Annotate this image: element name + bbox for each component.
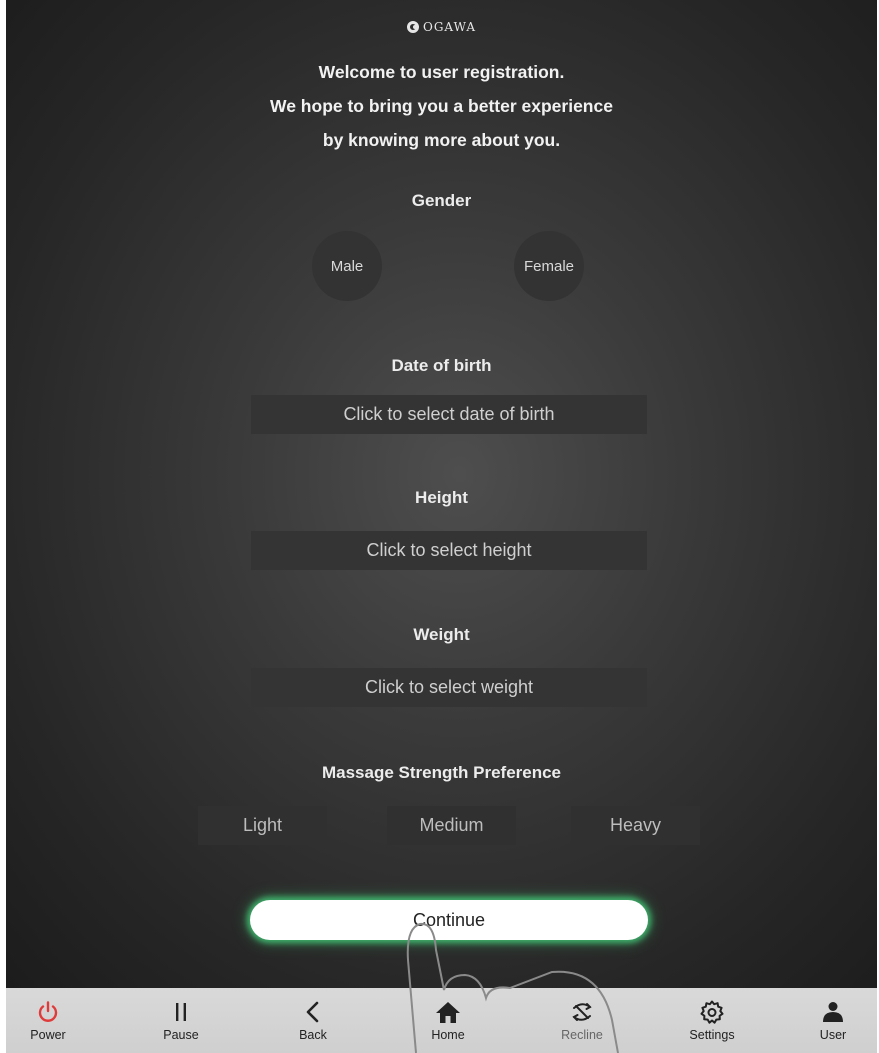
user-icon: [788, 988, 878, 1024]
recline-icon: [537, 988, 627, 1024]
brand-logo-text: OGAWA: [422, 20, 476, 34]
bottom-navbar: Power Pause Back Home Recline Settings U…: [6, 988, 877, 1053]
ogawa-logo-icon: [406, 21, 419, 33]
strength-medium-button[interactable]: Medium: [387, 806, 516, 845]
gender-label: Gender: [411, 191, 472, 210]
gender-female-button[interactable]: Female: [514, 231, 584, 301]
welcome-line-2: We hope to bring you a better experience: [270, 96, 613, 116]
back-icon: [268, 988, 358, 1024]
nav-back[interactable]: Back: [268, 988, 358, 1053]
nav-pause-label: Pause: [163, 1028, 199, 1042]
strength-heavy-button[interactable]: Heavy: [571, 806, 700, 845]
gender-male-button[interactable]: Male: [312, 231, 382, 301]
nav-power-label: Power: [30, 1028, 66, 1042]
welcome-message: Welcome to user registration. We hope to…: [6, 55, 877, 157]
nav-power[interactable]: Power: [3, 988, 93, 1053]
nav-user-label: User: [819, 1028, 847, 1042]
dob-label: Date of birth: [391, 356, 492, 375]
nav-settings-label: Settings: [689, 1028, 735, 1042]
nav-recline-label: Recline: [561, 1028, 603, 1042]
strength-label: Massage Strength Preference: [321, 763, 562, 782]
brand-logo: OGAWA: [6, 20, 877, 34]
continue-button[interactable]: Continue: [250, 900, 648, 940]
nav-pause[interactable]: Pause: [136, 988, 226, 1053]
pause-icon: [136, 988, 226, 1024]
nav-settings[interactable]: Settings: [667, 988, 757, 1053]
height-label: Height: [415, 488, 468, 507]
device-frame: OGAWA Welcome to user registration. We h…: [0, 0, 879, 1053]
home-icon: [403, 988, 493, 1024]
gear-icon: [667, 988, 757, 1024]
nav-recline[interactable]: Recline: [537, 988, 627, 1053]
welcome-line-3: by knowing more about you.: [322, 130, 561, 150]
dob-selector[interactable]: Click to select date of birth: [251, 395, 647, 434]
welcome-line-1: Welcome to user registration.: [318, 62, 565, 82]
strength-light-button[interactable]: Light: [198, 806, 327, 845]
weight-label: Weight: [413, 625, 470, 644]
height-selector[interactable]: Click to select height: [251, 531, 647, 570]
nav-user[interactable]: User: [788, 988, 878, 1053]
nav-home[interactable]: Home: [403, 988, 493, 1053]
nav-home-label: Home: [431, 1028, 465, 1042]
registration-screen: OGAWA Welcome to user registration. We h…: [6, 0, 877, 988]
power-icon: [3, 988, 93, 1024]
weight-selector[interactable]: Click to select weight: [251, 668, 647, 707]
nav-back-label: Back: [299, 1028, 327, 1042]
